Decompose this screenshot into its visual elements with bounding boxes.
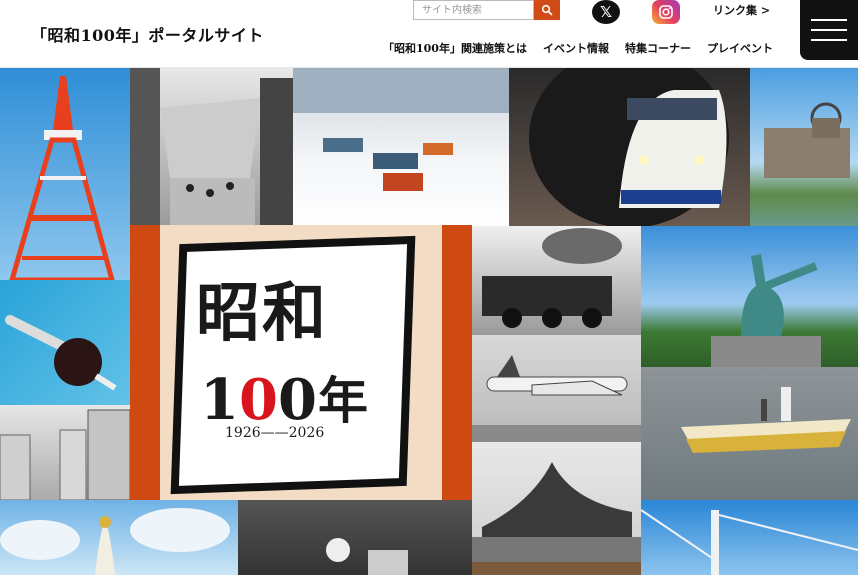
photo-shinkansen bbox=[509, 68, 750, 226]
nav-pre-event[interactable]: プレイベント bbox=[707, 40, 773, 56]
photo-antarctic-station bbox=[293, 68, 509, 226]
photo-housing-complex bbox=[0, 405, 130, 500]
nav-events[interactable]: イベント情報 bbox=[543, 40, 609, 56]
search-icon bbox=[541, 4, 553, 16]
photo-suspension-bridge bbox=[641, 500, 858, 575]
site-header: 「昭和100年」ポータルサイト 𝕏 リンク集 > 「昭和100年」関連施策とは … bbox=[0, 0, 858, 68]
hamburger-menu-button[interactable] bbox=[800, 0, 858, 60]
photo-propeller-plane bbox=[472, 335, 641, 442]
photo-passenger-ship bbox=[641, 367, 858, 500]
photo-peace-statue bbox=[641, 226, 858, 367]
nav-features[interactable]: 特集コーナー bbox=[625, 40, 691, 56]
instagram-icon bbox=[652, 0, 680, 24]
site-title[interactable]: 「昭和100年」ポータルサイト bbox=[31, 22, 264, 46]
menu-icon bbox=[811, 19, 847, 21]
logo-showa-text: 昭和 bbox=[196, 277, 328, 351]
x-link[interactable]: 𝕏 bbox=[592, 0, 620, 24]
main-nav: 「昭和100年」関連施策とは イベント情報 特集コーナー プレイベント bbox=[383, 40, 773, 56]
x-logo-icon: 𝕏 bbox=[592, 0, 620, 24]
links-page-link[interactable]: リンク集 > bbox=[713, 2, 770, 18]
photo-radar-dome bbox=[238, 500, 472, 575]
logo-years-text: 1926——2026 bbox=[225, 425, 325, 441]
nav-about[interactable]: 「昭和100年」関連施策とは bbox=[383, 40, 527, 56]
instagram-link[interactable] bbox=[652, 0, 680, 24]
logo-nen-text: 年 bbox=[318, 372, 368, 430]
logo-100-text: 100 bbox=[200, 367, 317, 433]
search-input[interactable] bbox=[413, 0, 534, 20]
photo-satellite bbox=[0, 280, 130, 405]
photo-atomic-bomb-dome bbox=[750, 68, 858, 226]
photo-street-lamp bbox=[472, 562, 641, 575]
photo-taiyo-no-to bbox=[0, 500, 238, 575]
search-button[interactable] bbox=[534, 0, 560, 20]
photo-steam-locomotive bbox=[472, 226, 641, 335]
photo-tokyo-tower bbox=[0, 68, 130, 280]
photo-shopping-street bbox=[130, 68, 293, 226]
photo-yoyogi-gymnasium bbox=[472, 442, 641, 562]
